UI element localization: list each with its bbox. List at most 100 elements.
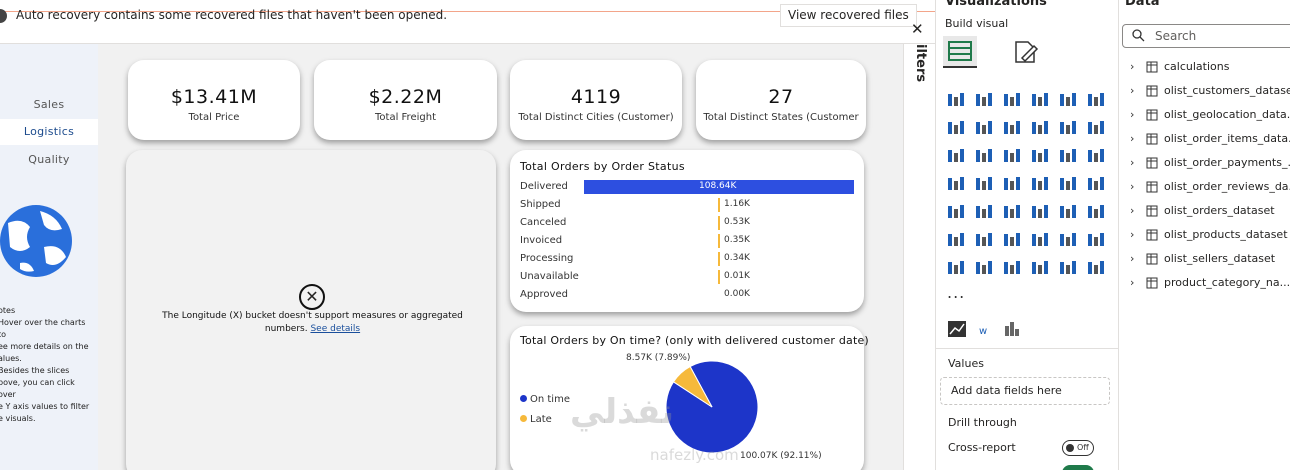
pie-chart[interactable] (660, 355, 764, 459)
stacked-bar-icon[interactable] (946, 91, 966, 109)
power-apps-icon[interactable] (1030, 259, 1050, 277)
table-list-item[interactable]: › olist_order_reviews_da... (1130, 178, 1290, 198)
filters-label[interactable]: ilters (913, 44, 928, 82)
narrative-icon[interactable] (1058, 231, 1078, 249)
r-visual-icon[interactable] (1086, 203, 1106, 221)
bar-category-label[interactable]: Canceled (520, 217, 566, 228)
table-list-item[interactable]: › olist_order_payments_... (1130, 154, 1290, 174)
bar-category-label[interactable]: Approved (520, 289, 568, 300)
clustered-bar-icon[interactable] (1002, 91, 1022, 109)
matrix-icon[interactable] (1058, 203, 1078, 221)
line-chart-icon[interactable] (947, 320, 967, 338)
funnel-icon[interactable] (1002, 147, 1022, 165)
bar-row[interactable]: Unavailable 0.01K (520, 268, 860, 286)
multi-card-icon[interactable] (946, 203, 966, 221)
bar-row[interactable]: Delivered 108.64K (520, 178, 860, 196)
map-icon[interactable] (974, 175, 994, 193)
donut-icon[interactable] (1086, 147, 1106, 165)
python-icon[interactable] (946, 231, 966, 249)
kpi-card-total-price[interactable]: $13.41M Total Price (128, 60, 300, 140)
azure-map-icon[interactable] (1030, 175, 1050, 193)
chevron-right-icon[interactable]: › (1130, 84, 1134, 97)
histogram-icon[interactable] (1003, 320, 1023, 338)
chevron-right-icon[interactable]: › (1130, 228, 1134, 241)
chevron-right-icon[interactable]: › (1130, 60, 1134, 73)
funnel-column-icon[interactable] (974, 147, 994, 165)
bar-category-label[interactable]: Shipped (520, 199, 561, 210)
values-drop-zone[interactable]: Add data fields here (940, 377, 1110, 405)
paginated-icon[interactable] (946, 259, 966, 277)
100-bar-icon[interactable] (1058, 91, 1078, 109)
search-input[interactable] (1122, 24, 1290, 48)
qa-icon[interactable] (1030, 231, 1050, 249)
power-automate-icon[interactable] (1058, 259, 1078, 277)
chevron-right-icon[interactable]: › (1130, 108, 1134, 121)
bar[interactable] (718, 252, 720, 266)
kpi-card-total-freight[interactable]: $2.22M Total Freight (314, 60, 497, 140)
filters-pane[interactable] (903, 44, 935, 470)
keep-filters-toggle[interactable] (1062, 465, 1094, 470)
trophy-icon[interactable] (1086, 231, 1106, 249)
chevron-right-icon[interactable]: › (1130, 180, 1134, 193)
bar[interactable] (718, 216, 720, 230)
table-list-item[interactable]: › olist_customers_dataset (1130, 82, 1290, 102)
kpi-card-distinct-states[interactable]: 27 Total Distinct States (Customer (696, 60, 866, 140)
100-column-icon[interactable] (1086, 91, 1106, 109)
card-icon[interactable] (1086, 175, 1106, 193)
close-icon[interactable]: ✕ (911, 20, 924, 38)
nav-item-quality[interactable]: Quality (0, 147, 98, 173)
bar-row[interactable]: Approved 0.00K (520, 286, 860, 304)
bar-category-label[interactable]: Delivered (520, 181, 568, 192)
more-visuals-button[interactable]: ... (947, 283, 965, 302)
bar[interactable] (718, 270, 720, 284)
line-icon[interactable] (946, 119, 966, 137)
bar-row[interactable]: Processing 0.34K (520, 250, 860, 268)
bar-category-label[interactable]: Unavailable (520, 271, 579, 282)
view-recovered-files-button[interactable]: View recovered files (780, 4, 917, 27)
bar[interactable] (718, 234, 720, 248)
bar-row[interactable]: Shipped 1.16K (520, 196, 860, 214)
bar-row[interactable]: Invoiced 0.35K (520, 232, 860, 250)
see-details-link[interactable]: See details (310, 324, 360, 334)
line-column-icon[interactable] (1086, 119, 1106, 137)
waterfall-icon[interactable] (1058, 119, 1078, 137)
legend-item-on-time[interactable]: On time (520, 394, 570, 405)
table-list-item[interactable]: › olist_products_dataset (1130, 226, 1290, 246)
table-list-item[interactable]: › calculations (1130, 58, 1290, 78)
area-icon[interactable] (974, 119, 994, 137)
treemap-icon[interactable] (946, 175, 966, 193)
table-list-item[interactable]: › olist_orders_dataset (1130, 202, 1290, 222)
chevron-right-icon[interactable]: › (1130, 276, 1134, 289)
stacked-column-icon[interactable] (1030, 91, 1050, 109)
legend-item-late[interactable]: Late (520, 414, 552, 425)
smart-narrative-icon[interactable] (974, 259, 994, 277)
chevron-right-icon[interactable]: › (1130, 252, 1134, 265)
decomposition-icon[interactable] (1002, 231, 1022, 249)
bar-row[interactable]: Canceled 0.53K (520, 214, 860, 232)
table-list-item[interactable]: › olist_sellers_dataset (1130, 250, 1290, 270)
clustered-column-icon[interactable] (974, 91, 994, 109)
chevron-right-icon[interactable]: › (1130, 204, 1134, 217)
bar-category-label[interactable]: Invoiced (520, 235, 562, 246)
gauge-icon[interactable] (1058, 175, 1078, 193)
chevron-icon[interactable] (1086, 259, 1106, 277)
table-icon[interactable] (1030, 203, 1050, 221)
table-list-item[interactable]: › product_category_na... (1130, 274, 1290, 294)
kpi-icon[interactable] (974, 203, 994, 221)
table-list-item[interactable]: › olist_geolocation_data... (1130, 106, 1290, 126)
build-visual-tab[interactable] (943, 36, 977, 68)
stacked-area-icon[interactable] (1002, 119, 1022, 137)
ribbon-icon[interactable] (1030, 119, 1050, 137)
scatter-icon[interactable] (1030, 147, 1050, 165)
format-visual-icon[interactable] (1012, 38, 1040, 66)
word-icon[interactable]: w (975, 320, 995, 338)
nav-item-sales[interactable]: Sales (0, 92, 98, 118)
kpi-card-distinct-cities[interactable]: 4119 Total Distinct Cities (Customer) (510, 60, 682, 140)
metrics-icon[interactable] (1002, 259, 1022, 277)
key-influencers-icon[interactable] (974, 231, 994, 249)
table-list-item[interactable]: › olist_order_items_data... (1130, 130, 1290, 150)
nav-item-logistics[interactable]: Logistics (0, 119, 98, 145)
slicer-icon[interactable] (1002, 203, 1022, 221)
chevron-right-icon[interactable]: › (1130, 132, 1134, 145)
line-clustered-icon[interactable] (946, 147, 966, 165)
